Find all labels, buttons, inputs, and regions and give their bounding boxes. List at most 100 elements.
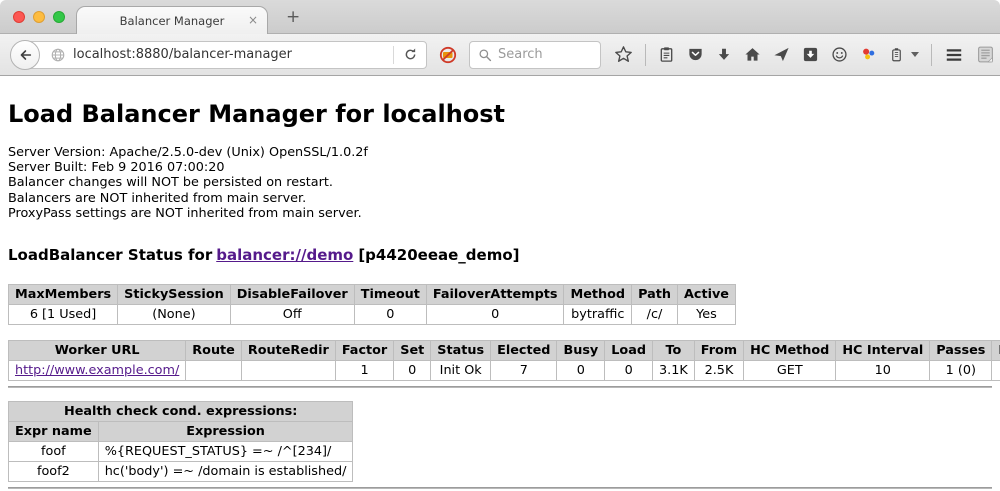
column-header: Method <box>564 284 632 304</box>
balancer-table-row: 6 [1 Used] (None) Off 0 0 bytraffic /c/ … <box>9 304 736 324</box>
table-cell: 0 <box>605 360 653 380</box>
table-cell: 7 <box>491 360 557 380</box>
heading-suffix: [p4420eeae_demo] <box>358 246 519 264</box>
navigation-toolbar <box>0 34 1000 76</box>
column-header: Expression <box>98 421 353 441</box>
balancer-link[interactable]: balancer://demo <box>216 246 353 264</box>
dropdown-caret-icon[interactable] <box>911 52 919 57</box>
title-bar: Balancer Manager × + <box>0 0 1000 34</box>
feedback-button[interactable] <box>831 46 848 63</box>
home-icon <box>744 46 761 63</box>
save-page-button[interactable] <box>802 46 819 63</box>
column-header: HC Interval <box>836 340 930 360</box>
page-title: Load Balancer Manager for localhost <box>8 100 992 129</box>
tab-balancer-manager[interactable]: Balancer Manager × <box>76 6 268 34</box>
colors-extension-icon <box>860 46 877 63</box>
table-cell: 6 [1 Used] <box>9 304 118 324</box>
search-icon <box>478 48 492 62</box>
bookmarks-menu-button[interactable] <box>658 46 675 63</box>
downloads-button[interactable] <box>716 47 732 63</box>
pocket-button[interactable] <box>687 46 704 63</box>
table-cell: http://www.example.com/ <box>9 360 186 380</box>
bookmark-button[interactable] <box>614 45 633 64</box>
worker-table-header-row: Worker URL Route RouteRedir Factor Set S… <box>9 340 1000 360</box>
reload-button[interactable] <box>401 45 420 64</box>
menu-button[interactable] <box>944 45 964 65</box>
column-header: Timeout <box>354 284 426 304</box>
balancer-table: MaxMembers StickySession DisableFailover… <box>8 284 736 325</box>
container-button[interactable] <box>889 46 904 63</box>
persist-notice-line: Balancer changes will NOT be persisted o… <box>8 175 992 190</box>
field-divider <box>393 46 394 64</box>
column-header: Set <box>394 340 431 360</box>
table-cell: /c/ <box>632 304 678 324</box>
page-content: Load Balancer Manager for localhost Serv… <box>0 100 1000 489</box>
inherit-notice-line: Balancers are NOT inherited from main se… <box>8 191 992 206</box>
save-page-icon <box>802 46 819 63</box>
plugin-blocked-button[interactable] <box>438 45 458 65</box>
send-tab-icon <box>773 46 790 63</box>
bookmarks-clipboard-icon <box>658 46 675 63</box>
zoom-window-button[interactable] <box>53 11 65 23</box>
section-divider <box>8 386 992 388</box>
table-cell <box>186 360 242 380</box>
home-button[interactable] <box>744 46 761 63</box>
column-header: HC Method <box>744 340 836 360</box>
table-cell: Off <box>230 304 354 324</box>
table-cell: GET <box>744 360 836 380</box>
health-check-title-row: Health check cond. expressions: <box>9 401 353 421</box>
container-icon <box>889 46 904 63</box>
health-check-table: Health check cond. expressions: Expr nam… <box>8 401 353 482</box>
table-cell: Yes <box>677 304 735 324</box>
column-header: Status <box>431 340 491 360</box>
column-header: To <box>653 340 695 360</box>
column-header: Active <box>677 284 735 304</box>
table-cell: foof <box>9 441 99 461</box>
reload-icon <box>403 47 418 62</box>
table-cell: (None) <box>118 304 231 324</box>
smiley-icon <box>831 46 848 63</box>
table-cell <box>241 360 335 380</box>
balancer-table-header-row: MaxMembers StickySession DisableFailover… <box>9 284 736 304</box>
back-icon <box>17 47 33 63</box>
bookmark-star-icon <box>614 45 633 64</box>
table-cell: 3.1K <box>653 360 695 380</box>
search-input[interactable] <box>498 47 588 62</box>
column-header: FailoverAttempts <box>426 284 564 304</box>
table-cell: Init Ok <box>431 360 491 380</box>
downloads-icon <box>716 47 732 63</box>
minimize-window-button[interactable] <box>33 11 45 23</box>
table-cell: bytraffic <box>564 304 632 324</box>
page-bottom-divider <box>8 487 992 489</box>
send-tab-button[interactable] <box>773 46 790 63</box>
worker-url-link[interactable]: http://www.example.com/ <box>15 363 179 378</box>
column-header: Elected <box>491 340 557 360</box>
url-input[interactable] <box>73 47 386 62</box>
table-cell: 0 <box>394 360 431 380</box>
column-header: Expr name <box>9 421 99 441</box>
colors-extension-button[interactable] <box>860 46 877 63</box>
new-tab-button[interactable]: + <box>280 5 306 29</box>
table-cell: %{REQUEST_STATUS} =~ /^[234]/ <box>98 441 353 461</box>
recent-pages-button[interactable] <box>976 45 995 64</box>
column-header: Factor <box>335 340 393 360</box>
table-cell: 2.5K <box>694 360 743 380</box>
worker-table-row: http://www.example.com/ 1 0 Init Ok 7 0 … <box>9 360 1000 380</box>
pocket-icon <box>687 46 704 63</box>
tab-close-icon[interactable]: × <box>248 13 258 27</box>
column-header: Load <box>605 340 653 360</box>
recent-pages-icon <box>976 45 995 64</box>
server-info: Server Version: Apache/2.5.0-dev (Unix) … <box>8 145 992 222</box>
table-cell: 1 (0) <box>930 360 992 380</box>
address-bar[interactable] <box>27 41 427 69</box>
close-window-button[interactable] <box>13 11 25 23</box>
column-header: Route <box>186 340 242 360</box>
back-button[interactable] <box>10 40 40 70</box>
balancer-status-heading: LoadBalancer Status forbalancer://demo[p… <box>8 246 992 264</box>
table-cell: 0 <box>354 304 426 324</box>
column-header: RouteRedir <box>241 340 335 360</box>
server-built-line: Server Built: Feb 9 2016 07:00:20 <box>8 160 992 175</box>
search-bar[interactable] <box>469 41 601 69</box>
browser-window: Balancer Manager × + <box>0 0 1000 491</box>
table-cell: 10 <box>836 360 930 380</box>
